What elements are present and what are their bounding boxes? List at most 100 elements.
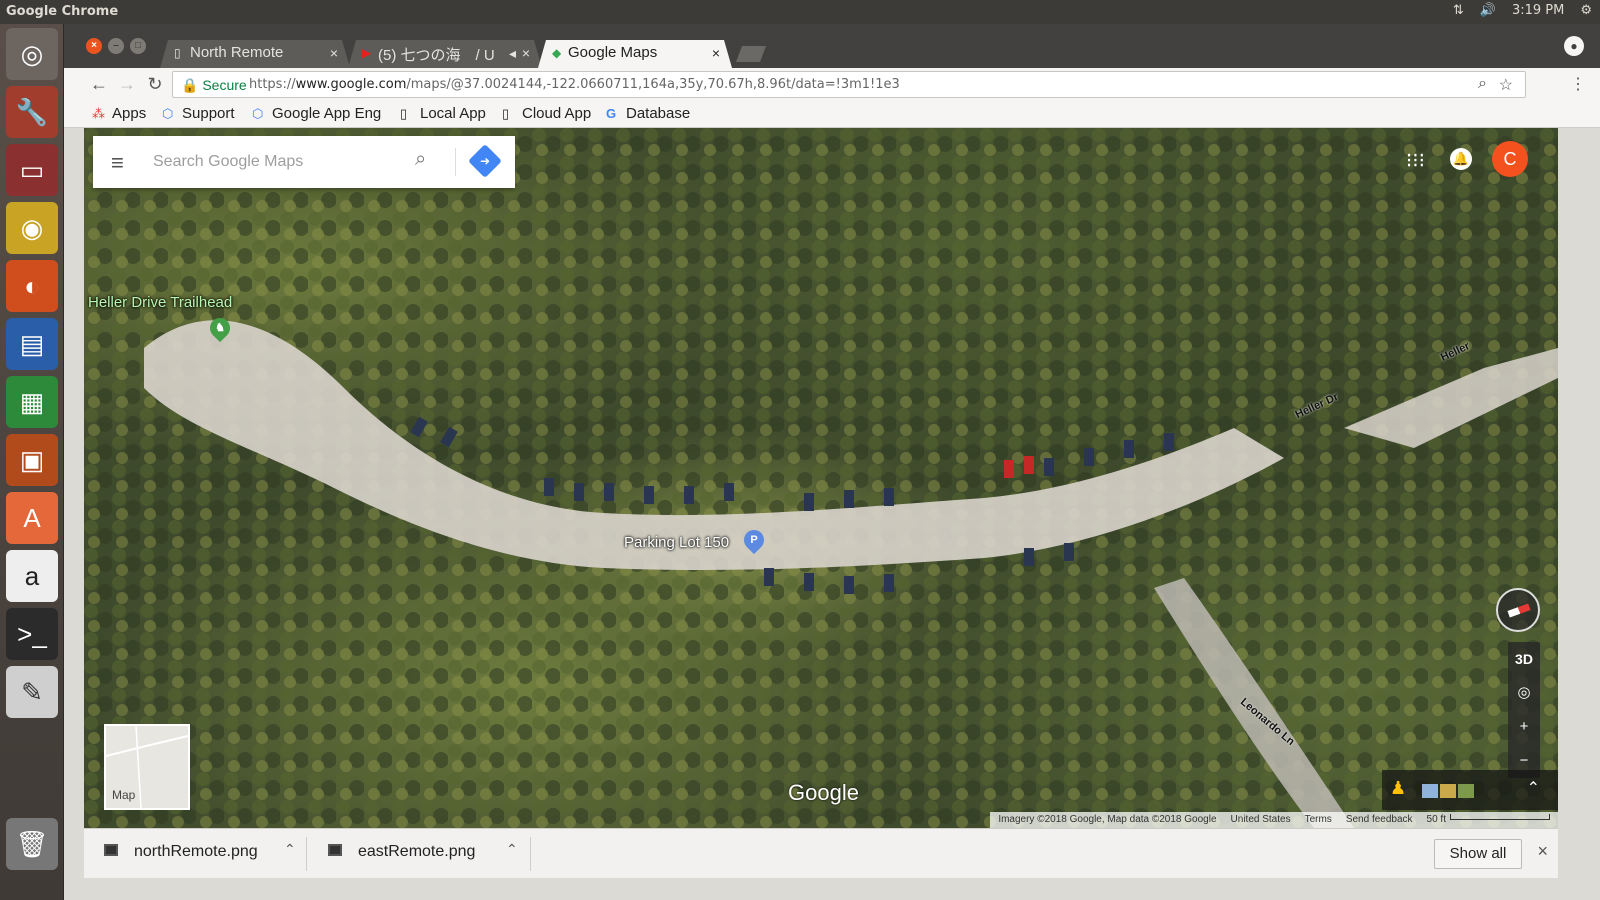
- close-window-button[interactable]: ×: [86, 38, 102, 54]
- mute-icon[interactable]: ◂: [509, 45, 516, 62]
- close-icon[interactable]: ×: [330, 45, 338, 61]
- bookmark-support[interactable]: ⬡ Support: [162, 105, 235, 122]
- notifications-bell-icon[interactable]: 🔔: [1450, 148, 1472, 170]
- parking-pin-icon[interactable]: P: [739, 525, 769, 555]
- my-location-icon[interactable]: ◎: [1508, 676, 1540, 710]
- bookmark-local-app[interactable]: ▯ Local App: [400, 105, 486, 122]
- google-apps-icon[interactable]: ⁝⁝⁝: [1406, 148, 1425, 173]
- system-tray: ⇅ 🔊 3:19 PM ⚙: [1453, 3, 1592, 18]
- impress-icon[interactable]: ▣: [6, 434, 58, 486]
- page-icon: ▯: [502, 106, 510, 121]
- google-cloud-icon: ⬡: [162, 106, 174, 121]
- network-arrows-icon[interactable]: ⇅: [1453, 3, 1464, 18]
- back-arrow-icon[interactable]: ←: [88, 74, 110, 94]
- minimize-window-button[interactable]: –: [108, 38, 124, 54]
- bookmark-apps[interactable]: ⁂ Apps: [92, 105, 146, 122]
- reload-icon[interactable]: ↻: [144, 74, 166, 94]
- bottom-right-controls: ♟ ⌃: [1382, 770, 1558, 810]
- writer-icon[interactable]: ▤: [6, 318, 58, 370]
- imagery-credit: Imagery ©2018 Google, Map data ©2018 Goo…: [998, 814, 1217, 825]
- bookmark-star-icon[interactable]: ☆: [1499, 75, 1513, 95]
- tab-title: (5) 七つの海 / U: [378, 47, 495, 64]
- trash-icon[interactable]: 🗑: [6, 818, 58, 870]
- chevron-up-icon[interactable]: ⌃: [284, 841, 296, 858]
- maps-icon: ◆: [552, 46, 562, 60]
- place-label-trailhead[interactable]: Heller Drive Trailhead: [88, 294, 232, 311]
- map-controls: 3D ◎ + −: [1508, 642, 1540, 778]
- new-tab-button[interactable]: [736, 46, 766, 62]
- thumbnail: [1458, 784, 1474, 798]
- terminal-icon[interactable]: >_: [6, 608, 58, 660]
- search-icon[interactable]: ⌕: [415, 148, 426, 171]
- map-type-toggle[interactable]: Map: [104, 724, 190, 810]
- window-frame-bottom: [84, 878, 1600, 900]
- tab-north-remote[interactable]: ▯ North Remote ×: [160, 40, 350, 68]
- search-input[interactable]: [153, 150, 403, 174]
- download-filename: northRemote.png: [134, 843, 258, 860]
- expand-chevron-icon[interactable]: ⌃: [1527, 778, 1540, 798]
- page-icon: ▯: [400, 106, 408, 121]
- zoom-in-button[interactable]: +: [1508, 710, 1540, 744]
- text-editor-icon[interactable]: ✎: [6, 666, 58, 718]
- maximize-window-button[interactable]: □: [130, 38, 146, 54]
- download-item[interactable]: eastRemote.png ⌃: [328, 839, 528, 869]
- amazon-icon[interactable]: a: [6, 550, 58, 602]
- place-label-parking[interactable]: Parking Lot 150: [624, 534, 729, 551]
- bookmark-cloud-app[interactable]: ▯ Cloud App: [502, 105, 591, 122]
- close-icon[interactable]: ×: [712, 45, 720, 61]
- close-icon[interactable]: ×: [1537, 841, 1548, 862]
- gear-icon[interactable]: ⚙: [1580, 3, 1592, 18]
- compass-control[interactable]: [1496, 588, 1540, 632]
- chevron-up-icon[interactable]: ⌃: [506, 841, 518, 858]
- pegman-icon[interactable]: ♟: [1390, 778, 1406, 799]
- url-host: www.google.com: [295, 77, 407, 92]
- close-icon[interactable]: ×: [522, 45, 530, 61]
- hamburger-menu-icon[interactable]: ≡: [111, 150, 124, 176]
- 3d-toggle-button[interactable]: 3D: [1508, 642, 1540, 676]
- terms-link[interactable]: Terms: [1305, 814, 1332, 826]
- profile-icon[interactable]: ●: [1564, 36, 1584, 56]
- kebab-menu-icon[interactable]: ⋮: [1570, 74, 1586, 94]
- system-top-bar: Google Chrome ⇅ 🔊 3:19 PM ⚙: [0, 0, 1600, 24]
- active-app-title: Google Chrome: [6, 4, 119, 19]
- download-shelf: northRemote.png ⌃ eastRemote.png ⌃ Show …: [84, 828, 1558, 878]
- bookmarks-bar: ⁂ Apps ⬡ Support ⬡ Google App Eng ▯ Local Ap…: [64, 100, 1600, 128]
- region-link[interactable]: United States: [1231, 814, 1291, 826]
- firefox-icon[interactable]: ◐: [6, 260, 58, 312]
- image-file-icon: [328, 844, 342, 856]
- tab-google-maps[interactable]: ◆ Google Maps ×: [538, 40, 732, 68]
- directions-button[interactable]: ➜: [468, 144, 502, 178]
- download-item[interactable]: northRemote.png ⌃: [104, 839, 304, 869]
- bookmark-database[interactable]: G Database: [606, 105, 690, 122]
- bookmark-google-app-engine[interactable]: ⬡ Google App Eng: [252, 105, 382, 122]
- system-settings-icon[interactable]: 🔧: [6, 86, 58, 138]
- software-center-icon[interactable]: A: [6, 492, 58, 544]
- volume-icon[interactable]: 🔊: [1480, 3, 1496, 18]
- calc-icon[interactable]: ▦: [6, 376, 58, 428]
- account-avatar[interactable]: C: [1492, 141, 1528, 177]
- secure-indicator[interactable]: 🔒 Secure: [181, 77, 247, 94]
- url-text[interactable]: https://www.google.com/maps/@37.0024144,…: [249, 77, 900, 92]
- url-scheme: https://: [249, 77, 296, 92]
- send-feedback-link[interactable]: Send feedback: [1346, 814, 1413, 826]
- dash-home-icon[interactable]: ◎: [6, 28, 58, 80]
- scale-indicator[interactable]: 50 ft: [1427, 814, 1550, 826]
- forward-arrow-icon[interactable]: →: [116, 74, 138, 94]
- files-icon[interactable]: ▭: [6, 144, 58, 196]
- address-bar[interactable]: 🔒 Secure https://www.google.com/maps/@37…: [172, 71, 1526, 98]
- chrome-window: × – □ ▯ North Remote × ▶ (5) 七つの海 / U ◂ …: [64, 24, 1600, 900]
- imagery-thumbnails[interactable]: [1422, 784, 1474, 798]
- bookmark-label: Support: [182, 105, 235, 122]
- download-filename: eastRemote.png: [358, 843, 476, 860]
- scale-label: 50 ft: [1426, 814, 1446, 825]
- clock[interactable]: 3:19 PM: [1512, 3, 1564, 18]
- unity-launcher: ◎ 🔧 ▭ ◉ ◐ ▤ ▦ ▣ A a >_ ✎ 🗑: [0, 24, 64, 900]
- trailhead-pin-icon[interactable]: ♞: [205, 313, 235, 343]
- scale-bar: [1450, 814, 1550, 820]
- tab-youtube[interactable]: ▶ (5) 七つの海 / U ◂ ×: [348, 40, 542, 68]
- zoom-icon[interactable]: ⌕: [1478, 75, 1487, 93]
- show-all-downloads-button[interactable]: Show all: [1434, 839, 1522, 869]
- chrome-icon[interactable]: ◉: [6, 202, 58, 254]
- satellite-map[interactable]: ≡ ⌕ ➜ ⁝⁝⁝ 🔔 C Heller Drive Trailhead ♞ P…: [84, 128, 1558, 828]
- divider: [455, 148, 456, 176]
